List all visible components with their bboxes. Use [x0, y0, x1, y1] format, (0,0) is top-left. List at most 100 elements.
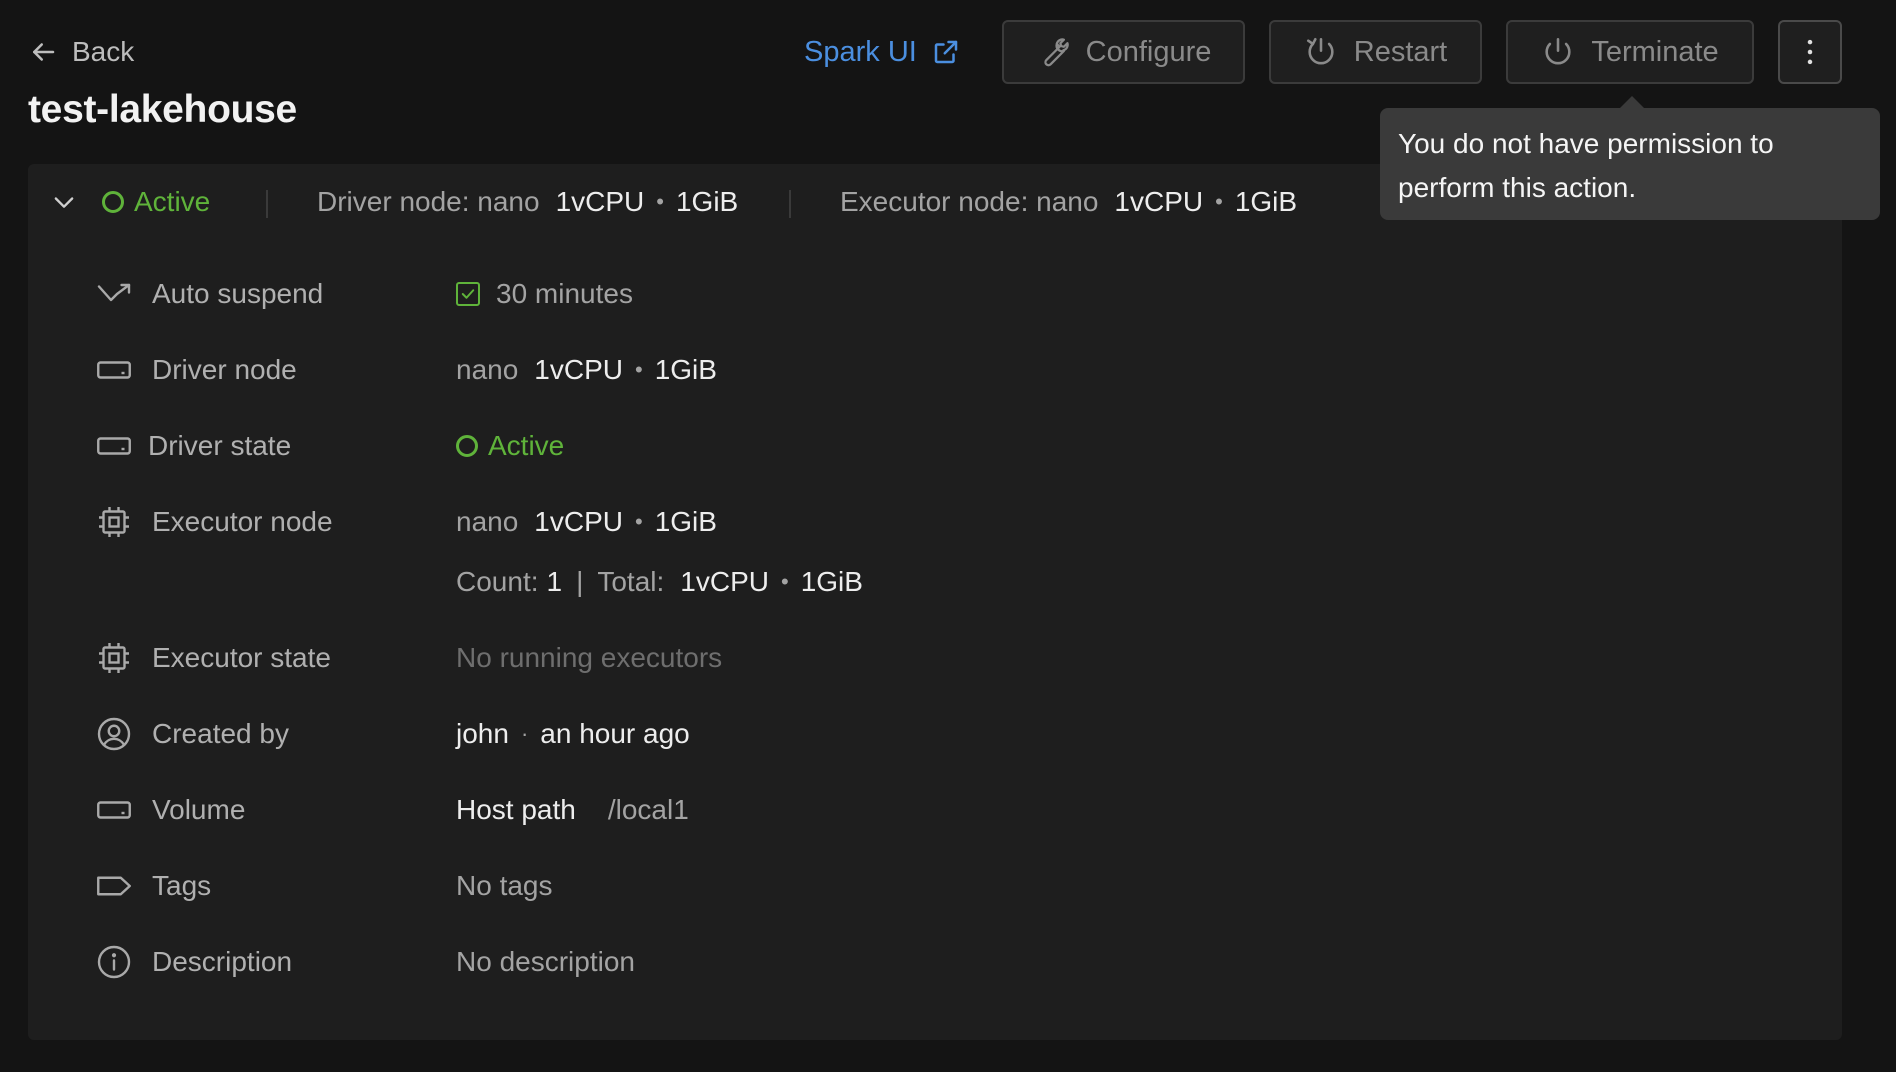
created-by-time: an hour ago [540, 718, 690, 749]
drive-icon [97, 361, 131, 379]
executor-mem: 1GiB [1234, 186, 1298, 217]
cpu-chip-icon [99, 507, 129, 537]
volume-path: /local1 [607, 794, 689, 825]
auto-suspend-text: 30 minutes [496, 278, 633, 309]
checkbox-checked-icon [456, 282, 480, 306]
executor-count-value: Count: 1 | Total: 1vCPU • 1GiB [456, 566, 863, 598]
driver-node-type: nano [456, 354, 519, 385]
restart-icon [1306, 37, 1334, 65]
driver-state-label: Driver state [148, 430, 292, 461]
more-actions-button[interactable] [1778, 20, 1842, 84]
driver-state-text: Active [488, 430, 565, 461]
detail-row-executor-node: Executor node nano 1vCPU • 1GiB [28, 502, 1842, 542]
created-by-value: john · an hour ago [456, 718, 690, 750]
status-circle-icon [456, 435, 478, 457]
back-label: Back [72, 36, 135, 67]
detail-row-executor-count: Count: 1 | Total: 1vCPU • 1GiB [28, 562, 1842, 602]
detail-row-tags: Tags No tags [28, 866, 1842, 906]
user-circle-icon [97, 717, 131, 751]
configure-button[interactable]: Configure [1002, 20, 1245, 84]
separator-dot: • [635, 509, 643, 534]
driver-node-label: Driver node [152, 354, 297, 385]
tags-label: Tags [152, 870, 212, 901]
back-button[interactable]: Back [28, 32, 134, 72]
driver-node-cpu: 1vCPU [534, 354, 623, 385]
permission-tooltip: You do not have permission to perform th… [1380, 108, 1880, 220]
executor-cpu: 1vCPU [1114, 186, 1204, 217]
driver-cpu: 1vCPU [555, 186, 645, 217]
summary-status-text: Active [134, 186, 211, 217]
summary-status: Active [102, 186, 210, 218]
cpu-chip-icon [99, 643, 129, 673]
info-icon [97, 945, 131, 979]
restart-label: Restart [1353, 35, 1448, 68]
detail-row-auto-suspend: Auto suspend 30 minutes [28, 274, 1842, 314]
configure-label: Configure [1085, 35, 1212, 68]
detail-row-executor-state: Executor state No running executors [28, 638, 1842, 678]
restart-button[interactable]: Restart [1269, 20, 1482, 84]
arrow-left-icon [33, 43, 55, 61]
tag-icon [97, 876, 131, 896]
executor-node-value: nano 1vCPU • 1GiB [456, 506, 717, 538]
detail-row-description: Description No description [28, 942, 1842, 982]
pipe-separator: | [576, 566, 584, 597]
driver-node-value: nano 1vCPU • 1GiB [456, 354, 717, 386]
executor-state-value: No running executors [456, 642, 722, 674]
external-link-icon [934, 40, 958, 64]
description-label: Description [152, 946, 293, 977]
executor-node-type: nano [456, 506, 519, 537]
volume-value: Host path /local1 [456, 794, 689, 826]
cluster-details-panel: Active Driver node: nano 1vCPU • 1GiB Ex… [28, 164, 1842, 1040]
volume-type: Host path [456, 794, 576, 825]
detail-row-driver-node: Driver node nano 1vCPU • 1GiB [28, 350, 1842, 390]
auto-suspend-value: 30 minutes [456, 278, 633, 310]
page-title: test-lakehouse [28, 88, 297, 131]
driver-prefix: Driver node: nano [317, 186, 540, 217]
top-bar: Back Spark UI Configure Restart Terminat… [0, 0, 1896, 131]
terminate-label: Terminate [1591, 35, 1719, 68]
divider [266, 190, 268, 218]
count-value: 1 [546, 566, 563, 597]
separator-dot: • [656, 189, 664, 214]
detail-row-volume: Volume Host path /local1 [28, 790, 1842, 830]
separator-dot: • [1215, 189, 1223, 214]
total-cpu: 1vCPU [680, 566, 769, 597]
count-label: Count: [456, 566, 539, 597]
more-vertical-icon [1807, 39, 1813, 65]
description-value: No description [456, 946, 635, 978]
spark-ui-link[interactable]: Spark UI [804, 32, 961, 72]
separator-dot: · [520, 721, 529, 746]
power-icon [1545, 37, 1571, 65]
detail-row-driver-state: Driver state Active [28, 426, 1842, 466]
chevron-down-icon[interactable] [50, 188, 78, 216]
total-label: Total: [597, 566, 665, 597]
tags-value: No tags [456, 870, 553, 902]
separator-dot: • [635, 357, 643, 382]
executor-node-label: Executor node [152, 506, 333, 537]
executor-node-cpu: 1vCPU [534, 506, 623, 537]
driver-mem: 1GiB [675, 186, 739, 217]
total-mem: 1GiB [800, 566, 863, 597]
description-text: No description [456, 946, 635, 977]
executor-node-mem: 1GiB [654, 506, 717, 537]
summary-driver-node: Driver node: nano 1vCPU • 1GiB [317, 186, 738, 218]
terminate-button[interactable]: Terminate [1506, 20, 1754, 84]
auto-suspend-label: Auto suspend [152, 278, 324, 309]
executor-state-text: No running executors [456, 642, 723, 673]
executor-state-label: Executor state [152, 642, 331, 673]
separator-dot: • [781, 569, 789, 594]
created-by-label: Created by [152, 718, 289, 749]
summary-executor-node: Executor node: nano 1vCPU • 1GiB [840, 186, 1297, 218]
spark-ui-label: Spark UI [804, 35, 917, 68]
wrench-icon [1043, 38, 1069, 67]
divider [789, 190, 791, 218]
executor-prefix: Executor node: nano [840, 186, 1099, 217]
drive-icon [97, 801, 131, 819]
created-by-user: john [456, 718, 509, 749]
status-circle-icon [102, 191, 124, 213]
tags-text: No tags [456, 870, 553, 901]
driver-node-mem: 1GiB [654, 354, 717, 385]
driver-state-value: Active [456, 430, 564, 462]
detail-row-created-by: Created by john · an hour ago [28, 714, 1842, 754]
trend-down-icon [97, 283, 131, 302]
